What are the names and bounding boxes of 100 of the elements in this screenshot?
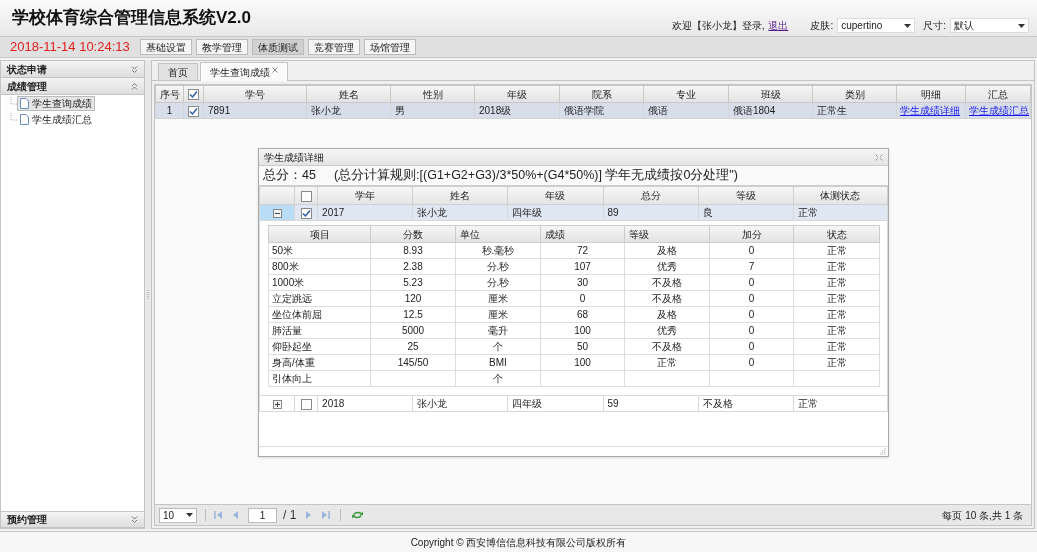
column-header[interactable]: 年级 (507, 186, 603, 205)
document-icon (20, 98, 29, 109)
accordion-header[interactable]: 状态申请 (1, 61, 145, 78)
menu-button[interactable]: 场馆管理 (363, 39, 416, 55)
menu-button[interactable]: 竞赛管理 (307, 39, 360, 55)
total-label: 总分： (263, 167, 302, 185)
splitter-handle[interactable] (145, 60, 151, 529)
column-header[interactable]: 姓名 (306, 85, 391, 103)
table-cell: 个 (455, 338, 541, 355)
table-cell: 145/50 (370, 354, 456, 371)
table-cell: 良 (698, 204, 794, 221)
field-label: 皮肤: (810, 19, 834, 33)
table-cell: 0 (709, 242, 794, 259)
checkbox[interactable] (300, 398, 312, 410)
table-cell: 100 (540, 354, 625, 371)
checkbox[interactable] (188, 89, 199, 101)
close-icon[interactable] (272, 67, 278, 73)
previous-page-icon (232, 511, 238, 519)
column-header[interactable]: 性别 (390, 85, 475, 103)
checkbox[interactable] (300, 207, 312, 219)
column-header[interactable]: 明细 (896, 85, 966, 103)
table-cell: 毫升 (455, 322, 541, 339)
column-header[interactable]: 学年 (317, 186, 413, 205)
table-cell: 正常 (793, 354, 880, 371)
column-header[interactable]: 汇总 (965, 85, 1031, 103)
table-cell: 引体向上 (268, 370, 371, 387)
app-title: 学校体育综合管理信息系统V2.0 (12, 7, 251, 30)
column-header[interactable]: 姓名 (412, 186, 508, 205)
table-cell: 个 (455, 370, 541, 387)
expand-icon[interactable] (272, 399, 282, 409)
copyright-text: Copyright © 西安博信信息科技有限公司版权所有 (410, 535, 627, 550)
table-cell: 2017 (317, 204, 413, 221)
collapse-icon[interactable] (272, 208, 282, 218)
table-cell: 仰卧起坐 (268, 338, 371, 355)
pager-summary: 每页 10 条,共 1 条 (942, 508, 1023, 523)
column-header[interactable]: 加分 (709, 225, 794, 243)
table-cell: 正常生 (812, 102, 897, 119)
datetime: 2018-11-14 10:24:13 (10, 38, 130, 57)
size-select[interactable]: 默认 (950, 18, 1029, 33)
table-cell: 及格 (624, 306, 710, 323)
page-input[interactable]: 1 (248, 507, 277, 523)
table-cell: 120 (370, 290, 456, 307)
page-size-select[interactable]: 10 (159, 507, 197, 523)
section-title: 成绩管理 (7, 79, 47, 94)
tree-item[interactable]: 学生成绩汇总 (17, 112, 95, 127)
collapse-icon (131, 82, 139, 90)
table-cell: 59 (603, 395, 699, 412)
tree-item[interactable]: 学生查询成绩 (17, 96, 95, 111)
column-header[interactable]: 状态 (793, 225, 880, 243)
expand-icon (131, 516, 139, 523)
dialog-title: 学生成绩详细 (264, 150, 324, 165)
table-cell: 12.5 (370, 306, 456, 323)
column-header[interactable]: 专业 (643, 85, 729, 103)
accordion-header[interactable]: 成绩管理 (1, 78, 145, 95)
table-cell: 不及格 (698, 395, 794, 412)
table-cell: 50米 (268, 242, 371, 259)
refresh-icon (351, 510, 365, 520)
table-cell: 俄语学院 (559, 102, 644, 119)
column-header[interactable]: 院系 (559, 85, 644, 103)
table-cell: 5000 (370, 322, 456, 339)
skin-select[interactable]: cupertino (837, 18, 916, 33)
table-cell: 坐位体前屈 (268, 306, 371, 323)
column-header[interactable]: 年级 (474, 85, 560, 103)
column-header[interactable]: 分数 (370, 225, 456, 243)
column-header[interactable]: 体测状态 (793, 186, 888, 205)
table-cell: 0 (709, 306, 794, 323)
column-header[interactable]: 等级 (698, 186, 794, 205)
column-header[interactable]: 总分 (603, 186, 699, 205)
tab[interactable]: 学生查询成绩 (200, 62, 288, 81)
total-pages: / 1 (283, 507, 297, 524)
column-header[interactable]: 班级 (728, 85, 813, 103)
table-cell: 分.秒 (455, 258, 541, 275)
expand-icon (131, 65, 139, 73)
column-header[interactable]: 单位 (455, 225, 541, 243)
column-header[interactable]: 项目 (268, 225, 371, 243)
table-cell: 0 (709, 274, 794, 291)
menu-button[interactable]: 基础设置 (139, 39, 192, 55)
first-page-icon (214, 511, 222, 519)
checkbox[interactable] (188, 105, 199, 117)
table-cell: 0 (709, 354, 794, 371)
column-header[interactable]: 等级 (624, 225, 710, 243)
column-header[interactable]: 序号 (155, 85, 184, 103)
table-cell: 800米 (268, 258, 371, 275)
column-header[interactable]: 成绩 (540, 225, 625, 243)
table-cell: 肺活量 (268, 322, 371, 339)
menu-button[interactable]: 体质测试 (251, 39, 304, 55)
logout-link[interactable]: 退出 (768, 18, 789, 33)
menu-button[interactable]: 教学管理 (195, 39, 248, 55)
accordion-header[interactable]: 预约管理 (1, 511, 145, 528)
table-cell: 0 (709, 290, 794, 307)
table-cell: 100 (540, 322, 625, 339)
section-title: 预约管理 (7, 513, 47, 527)
tab[interactable]: 首页 (158, 63, 198, 80)
column-header[interactable]: 学号 (203, 85, 307, 103)
welcome-text: 欢迎【张小龙】登录, (671, 19, 765, 33)
column-header[interactable]: 类别 (812, 85, 897, 103)
table-cell: 107 (540, 258, 625, 275)
table-cell: 2018级 (474, 102, 560, 119)
checkbox[interactable] (300, 190, 312, 202)
table-cell: 0 (709, 322, 794, 339)
